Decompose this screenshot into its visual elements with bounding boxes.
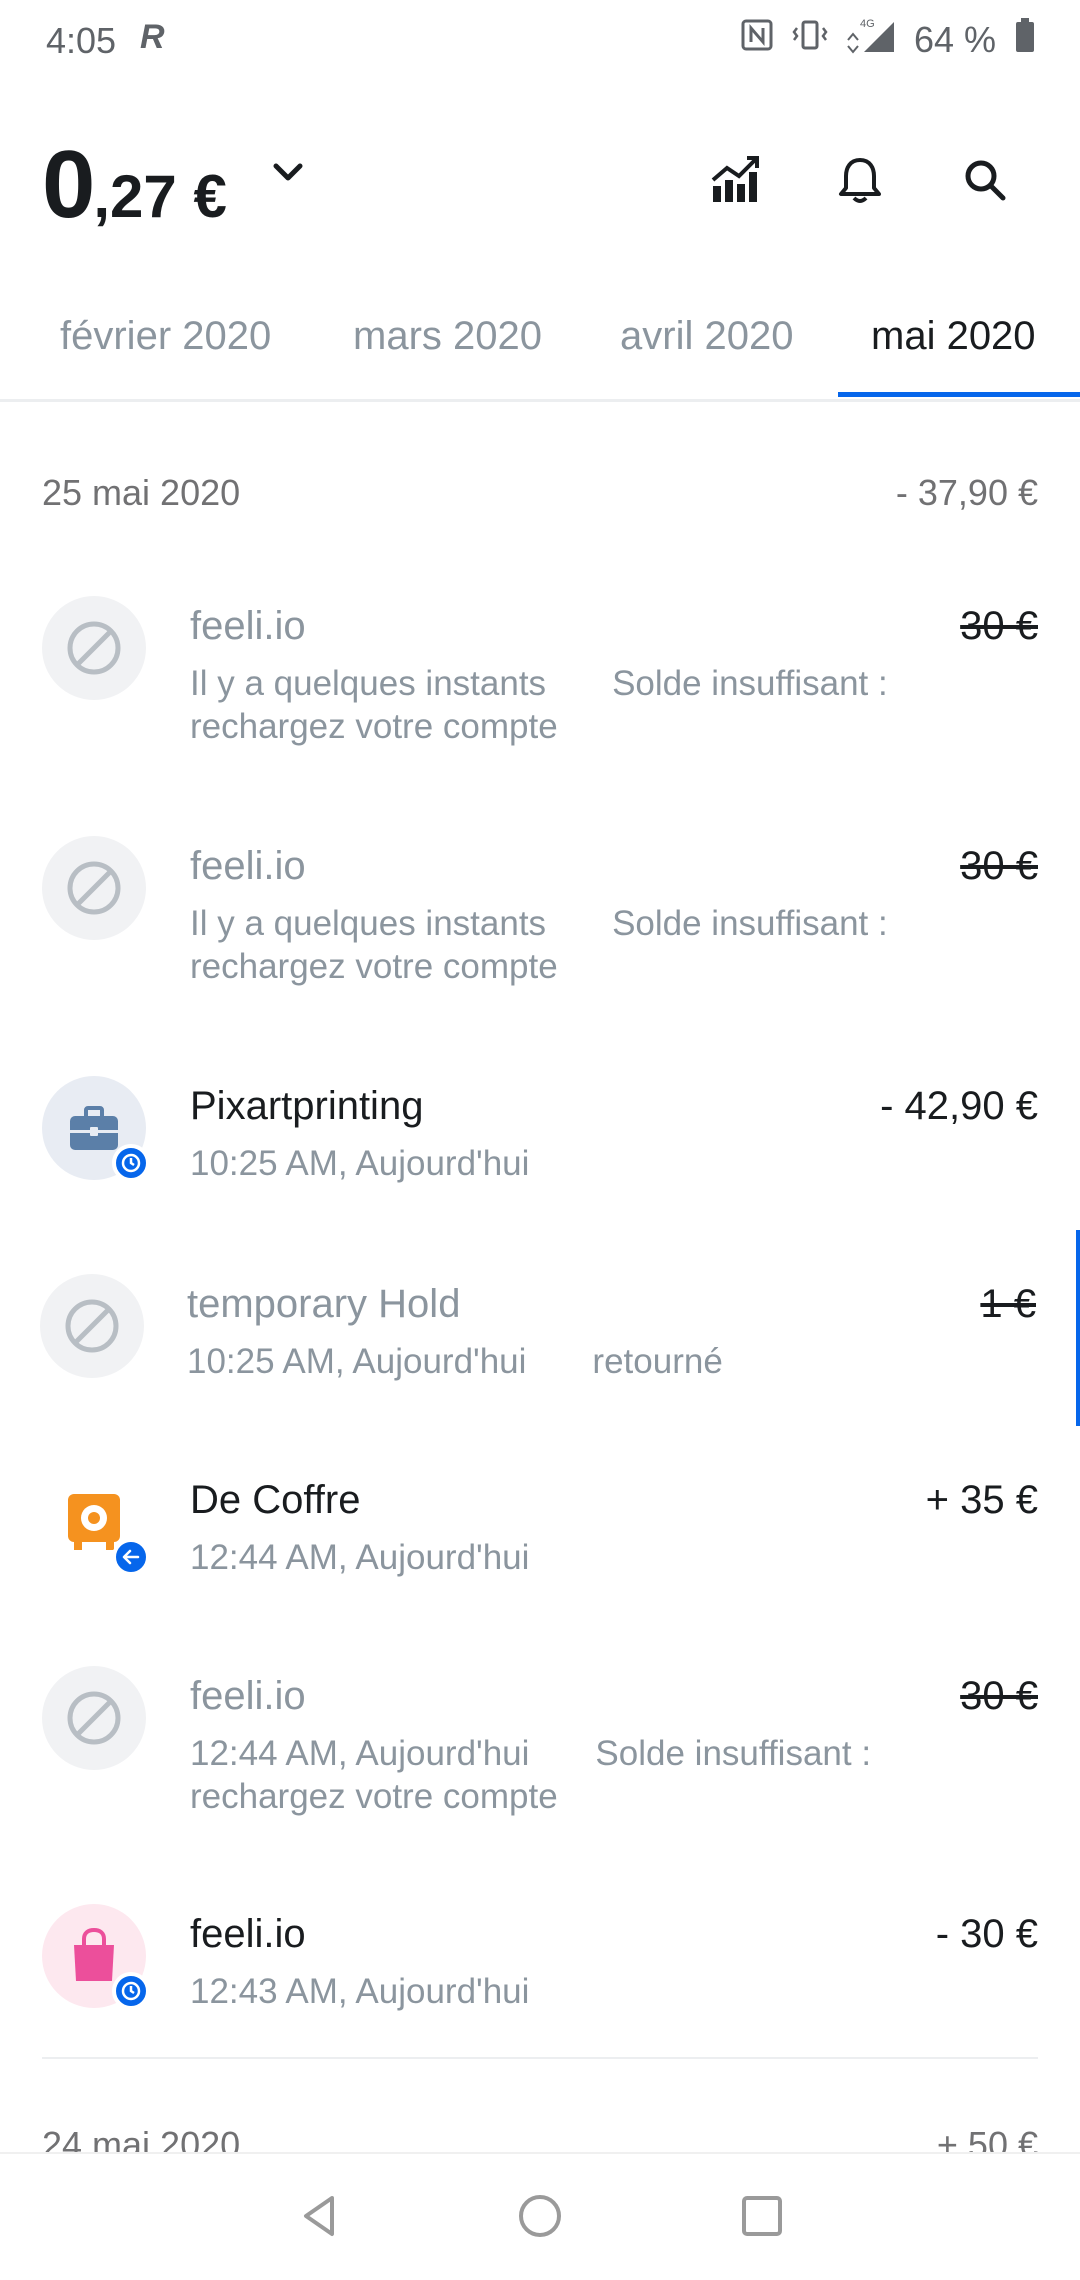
- transaction-row[interactable]: temporary Hold 10:25 AM, Aujourd'hui reto…: [0, 1274, 1080, 1424]
- transaction-row[interactable]: feeli.io Il y a quelques instants Solde i…: [0, 836, 1080, 1026]
- transaction-subtitle: Il y a quelques instants Solde insuffisan…: [190, 904, 888, 986]
- scrollbar[interactable]: [1076, 1230, 1080, 1426]
- balance-selector[interactable]: 0 ,27 €: [42, 130, 227, 240]
- transaction-row[interactable]: feeli.io Il y a quelques instants Solde i…: [0, 596, 1080, 786]
- transaction-row[interactable]: De Coffre 12:44 AM, Aujourd'hui + 35 €: [0, 1470, 1080, 1620]
- transaction-title: Pixartprinting: [190, 1084, 424, 1128]
- tab-fevrier-2020[interactable]: février 2020: [60, 314, 271, 359]
- transaction-subtitle: 12:44 AM, Aujourd'hui Solde insuffisant :…: [190, 1734, 872, 1816]
- transaction-title: De Coffre: [190, 1478, 361, 1522]
- declined-icon: [42, 596, 146, 700]
- tab-mars-2020[interactable]: mars 2020: [353, 314, 542, 359]
- transaction-title: temporary Hold: [187, 1282, 461, 1326]
- transaction-subtitle: 12:44 AM, Aujourd'hui: [190, 1538, 530, 1577]
- status-time: 4:05: [46, 20, 117, 61]
- status-bar: 4:05 R 4G 64 %: [0, 0, 1080, 80]
- transaction-amount: 30 €: [960, 604, 1038, 648]
- declined-icon: [40, 1274, 144, 1378]
- transaction-subtitle: 10:25 AM, Aujourd'hui retourné: [187, 1342, 723, 1381]
- transfer-in-icon: [112, 1538, 150, 1576]
- transaction-amount: - 42,90 €: [880, 1084, 1038, 1128]
- day-date: 25 mai 2020: [42, 472, 241, 513]
- transaction-amount: 30 €: [960, 1674, 1038, 1718]
- home-icon[interactable]: [508, 2184, 572, 2248]
- transaction-title: feeli.io: [190, 844, 306, 888]
- vault-icon: [42, 1470, 150, 1576]
- signal-4g-icon: 4G: [846, 16, 896, 63]
- svg-text:4G: 4G: [860, 18, 875, 30]
- account-header: 0 ,27 €: [0, 100, 1080, 260]
- battery-icon: [1014, 17, 1036, 62]
- transaction-row[interactable]: feeli.io 12:44 AM, Aujourd'hui Solde insu…: [0, 1666, 1080, 1856]
- chevron-down-icon[interactable]: [268, 158, 308, 188]
- day-divider: [42, 2057, 1038, 2059]
- shopping-bag-icon: [42, 1904, 150, 2010]
- balance-integer: 0: [42, 131, 95, 238]
- transaction-row[interactable]: feeli.io 12:43 AM, Aujourd'hui - 30 €: [0, 1904, 1080, 2054]
- day-total: - 37,90 €: [895, 472, 1038, 513]
- declined-icon: [42, 1666, 146, 1770]
- recents-icon[interactable]: [730, 2184, 794, 2248]
- app-notification-icon: R: [140, 18, 165, 56]
- search-icon[interactable]: [950, 145, 1020, 215]
- transaction-subtitle: 12:43 AM, Aujourd'hui: [190, 1972, 530, 2011]
- transaction-subtitle: Il y a quelques instants Solde insuffisan…: [190, 664, 888, 746]
- balance-decimal: ,27 €: [93, 163, 227, 230]
- tab-mai-2020[interactable]: mai 2020: [871, 314, 1036, 359]
- transaction-amount: 1 €: [980, 1282, 1036, 1326]
- transaction-amount: 30 €: [960, 844, 1038, 888]
- tab-avril-2020[interactable]: avril 2020: [620, 314, 793, 359]
- declined-icon: [42, 836, 146, 940]
- day-header: 25 mai 2020 - 37,90 €: [42, 472, 1038, 514]
- pending-clock-icon: [112, 1972, 150, 2010]
- pending-clock-icon: [112, 1144, 150, 1182]
- month-tabs: février 2020 mars 2020 avril 2020 mai 20…: [0, 296, 1080, 402]
- transaction-title: feeli.io: [190, 1912, 306, 1956]
- transaction-amount: + 35 €: [925, 1478, 1038, 1522]
- transaction-amount: - 30 €: [935, 1912, 1038, 1956]
- transaction-title: feeli.io: [190, 1674, 306, 1718]
- system-nav-bar: [0, 2152, 1080, 2280]
- active-tab-indicator: [838, 392, 1080, 397]
- bell-icon[interactable]: [825, 145, 895, 215]
- analytics-icon[interactable]: [700, 145, 770, 215]
- transaction-title: feeli.io: [190, 604, 306, 648]
- briefcase-icon: [42, 1076, 150, 1182]
- transaction-subtitle: 10:25 AM, Aujourd'hui: [190, 1144, 530, 1183]
- battery-percent: 64 %: [913, 18, 996, 60]
- vibrate-icon: [792, 18, 828, 61]
- transaction-row[interactable]: Pixartprinting 10:25 AM, Aujourd'hui - 4…: [0, 1076, 1080, 1226]
- nfc-icon: [740, 18, 774, 61]
- back-icon[interactable]: [288, 2184, 352, 2248]
